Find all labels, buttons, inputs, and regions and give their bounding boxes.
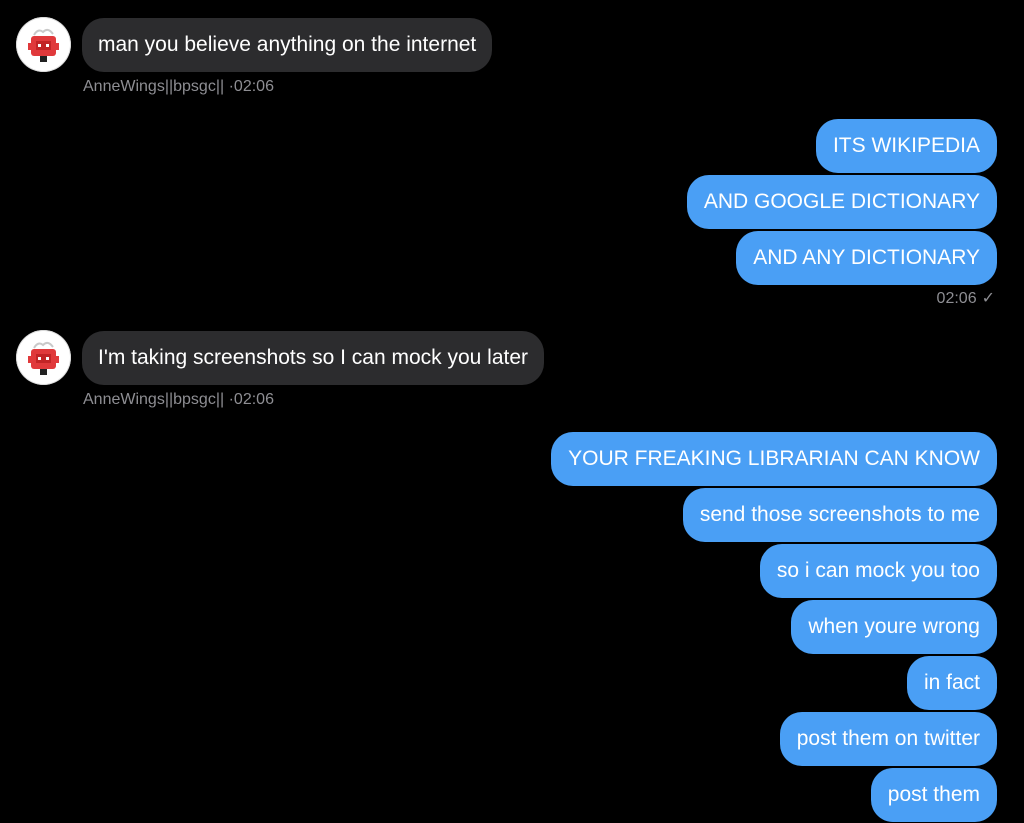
- outgoing-message-bubble[interactable]: when youre wrong: [791, 600, 997, 654]
- outgoing-message-bubble[interactable]: AND GOOGLE DICTIONARY: [686, 175, 997, 229]
- incoming-message-bubble[interactable]: I'm taking screenshots so I can mock you…: [82, 331, 545, 385]
- outgoing-message-bubble[interactable]: post them: [870, 768, 997, 822]
- chat-thread: man you believe anything on the internet…: [0, 0, 1024, 823]
- outgoing-message-bubble[interactable]: AND ANY DICTIONARY: [736, 231, 997, 285]
- contact-avatar[interactable]: [16, 17, 71, 72]
- red-robot-icon: [16, 330, 71, 385]
- red-robot-icon: [16, 17, 71, 72]
- contact-avatar[interactable]: [16, 330, 71, 385]
- incoming-message-meta: AnneWings||bpsgc|| ·02:06: [83, 77, 274, 97]
- message-time: ·02:06: [228, 391, 274, 408]
- sender-name: AnneWings||bpsgc||: [83, 391, 225, 408]
- outgoing-message-meta: 02:06 ✓: [937, 289, 995, 309]
- message-time: 02:06: [936, 290, 977, 307]
- outgoing-message-bubble[interactable]: YOUR FREAKING LIBRARIAN CAN KNOW: [551, 432, 997, 486]
- sender-name: AnneWings||bpsgc||: [83, 78, 225, 95]
- message-time: ·02:06: [228, 78, 274, 95]
- outgoing-message-bubble[interactable]: ITS WIKIPEDIA: [815, 119, 997, 173]
- outgoing-message-bubble[interactable]: send those screenshots to me: [682, 488, 997, 542]
- incoming-message-bubble[interactable]: man you believe anything on the internet: [82, 18, 493, 72]
- outgoing-message-bubble[interactable]: so i can mock you too: [759, 544, 997, 598]
- outgoing-message-bubble[interactable]: post them on twitter: [779, 712, 997, 766]
- check-icon: ✓: [981, 290, 995, 307]
- incoming-message-meta: AnneWings||bpsgc|| ·02:06: [83, 390, 274, 410]
- outgoing-message-bubble[interactable]: in fact: [906, 656, 997, 710]
